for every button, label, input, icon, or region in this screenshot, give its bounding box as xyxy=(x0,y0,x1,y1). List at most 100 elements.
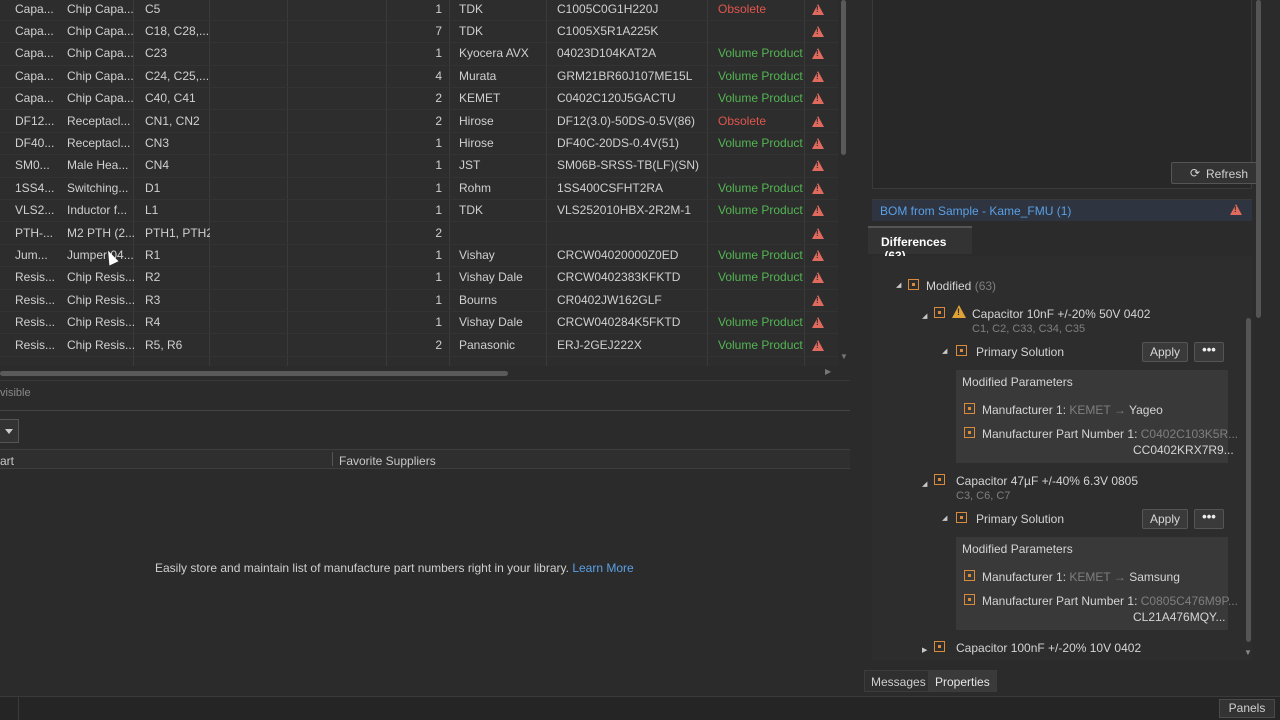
table-row[interactable]: Resis... Chip Resis... R3 1 Bourns CR0402JW16… xyxy=(0,290,838,313)
table-row[interactable]: Jum... Jumper 04... R1 1 Vishay CRCW04020000Z… xyxy=(0,245,838,268)
column-header-part[interactable]: art xyxy=(0,454,14,468)
cell-quantity: 2 xyxy=(435,337,442,352)
cell-warning[interactable] xyxy=(812,88,826,110)
cell-warning[interactable] xyxy=(812,66,826,88)
cell-quantity: 4 xyxy=(435,68,442,83)
table-row[interactable]: Capa... Chip Capa... C5 1 TDK C1005C0G1H220J O… xyxy=(0,0,838,21)
cell-description: VLS2... xyxy=(15,203,55,218)
tree-item-title[interactable]: Capacitor 47µF +/-40% 6.3V 0805 xyxy=(956,474,1138,488)
table-row[interactable]: 1SS4... Switching... D1 1 Rohm 1SS400CSFHT2RA… xyxy=(0,178,838,201)
table-row[interactable]: Resis... Chip Resis... R2 1 Vishay Dale CRCW0… xyxy=(0,267,838,290)
grid-vertical-scrollbar[interactable]: ▼ xyxy=(838,0,850,366)
collapse-triangle-icon[interactable]: ◢ xyxy=(896,281,901,289)
primary-solution-label[interactable]: Primary Solution xyxy=(976,512,1064,526)
cell-warning[interactable] xyxy=(812,0,826,21)
warning-triangle-icon xyxy=(812,205,824,217)
cell-warning[interactable] xyxy=(812,178,826,200)
cell-warning[interactable] xyxy=(812,245,826,267)
learn-more-link[interactable]: Learn More xyxy=(572,561,633,575)
cell-designator: CN1, CN2 xyxy=(145,113,200,128)
refresh-button[interactable]: ⟳ Refresh xyxy=(1171,162,1259,184)
cell-warning[interactable] xyxy=(812,267,826,289)
cell-warning[interactable] xyxy=(812,200,826,222)
cell-part-number: GRM21BR60J107ME15L xyxy=(557,68,693,83)
cell-warning[interactable] xyxy=(812,312,826,334)
cell-part-number: ERJ-2GEJ222X xyxy=(557,337,642,352)
collapse-triangle-icon[interactable]: ◢ xyxy=(942,347,947,355)
primary-solution-label[interactable]: Primary Solution xyxy=(976,345,1064,359)
differences-tree[interactable]: ◢ Modified (63) ◢ Capacitor 10nF +/-20% … xyxy=(872,256,1252,660)
parameter-square-icon xyxy=(956,345,967,356)
cell-warning[interactable] xyxy=(812,43,826,65)
cell-warning[interactable] xyxy=(812,111,826,133)
bom-grid[interactable]: Capa... Chip Capa... C5 1 TDK C1005C0G1H220J O… xyxy=(0,0,838,366)
collapse-triangle-icon[interactable]: ◢ xyxy=(942,514,947,522)
visible-label: visible xyxy=(0,387,31,399)
cell-part-number xyxy=(557,223,707,245)
table-row[interactable]: VLS2... Inductor f... L1 1 TDK VLS252010HBX-2… xyxy=(0,200,838,223)
scrollbar-thumb[interactable] xyxy=(0,371,508,376)
cell-designator: R3 xyxy=(145,292,161,307)
table-row[interactable]: Capa... Chip Capa... C24, C25,... 4 Murata GR… xyxy=(0,66,838,89)
tree-item-title[interactable]: Capacitor 10nF +/-20% 50V 0402 xyxy=(972,307,1150,321)
dropdown-button[interactable] xyxy=(0,419,19,443)
cell-name: Inductor f... xyxy=(67,203,128,218)
warning-triangle-icon xyxy=(812,25,824,37)
cell-warning[interactable] xyxy=(812,223,826,245)
collapse-triangle-icon[interactable]: ◢ xyxy=(922,312,927,320)
scroll-down-arrow-icon[interactable]: ▼ xyxy=(840,352,848,361)
tab-properties[interactable]: Properties xyxy=(928,670,997,692)
cell-lifecycle-status xyxy=(718,290,804,312)
table-row[interactable]: DF12... Receptacl... CN1, CN2 2 Hirose DF12(3… xyxy=(0,111,838,133)
bom-title[interactable]: BOM from Sample - Kame_FMU (1) xyxy=(880,204,1071,218)
apply-button[interactable]: Apply xyxy=(1142,342,1188,362)
panel-scrollbar-thumb[interactable] xyxy=(1256,0,1261,318)
scroll-down-arrow-icon[interactable]: ▼ xyxy=(1244,648,1252,657)
tab-differences[interactable]: Differences (63) xyxy=(868,226,972,263)
cell-manufacturer: Hirose xyxy=(459,113,494,128)
tree-item-title[interactable]: Capacitor 100nF +/-20% 10V 0402 xyxy=(956,641,1141,655)
scrollbar-thumb[interactable] xyxy=(841,0,846,155)
cell-manufacturer: Kyocera AVX xyxy=(459,46,529,61)
table-row[interactable]: SM0... Male Hea... CN4 1 JST SM06B-SRSS-TB(LF… xyxy=(0,155,838,178)
cell-warning[interactable] xyxy=(812,133,826,155)
warning-triangle-icon xyxy=(812,137,824,149)
empty-state-text: Easily store and maintain list of manufa… xyxy=(155,561,569,575)
column-header-favorite-suppliers[interactable]: Favorite Suppliers xyxy=(339,454,436,468)
more-options-button[interactable]: ••• xyxy=(1194,342,1224,362)
cell-quantity: 2 xyxy=(435,225,442,240)
scroll-right-arrow-icon[interactable]: ▶ xyxy=(825,367,831,376)
parameter-square-icon xyxy=(934,307,945,318)
tree-scrollbar-thumb[interactable] xyxy=(1246,318,1251,642)
cell-warning[interactable] xyxy=(812,21,826,43)
warning-triangle-icon xyxy=(812,93,824,105)
modified-count: (63) xyxy=(974,279,997,293)
grid-horizontal-scrollbar[interactable]: ▶ xyxy=(0,366,838,380)
panels-button[interactable]: Panels xyxy=(1219,699,1275,718)
cell-warning[interactable] xyxy=(812,155,826,177)
table-row[interactable]: Resis... Chip Resis... R5, R6 2 Panasonic ERJ… xyxy=(0,335,838,357)
table-row[interactable]: Capa... Chip Capa... C23 1 Kyocera AVX 04023D… xyxy=(0,43,838,66)
cell-lifecycle-status: Volume Product xyxy=(718,203,803,218)
tree-node-modified[interactable]: Modified (63) xyxy=(926,279,996,293)
visible-bar: visible xyxy=(0,380,850,406)
apply-button[interactable]: Apply xyxy=(1142,509,1188,529)
params-title: Modified Parameters xyxy=(962,375,1073,389)
cell-warning[interactable] xyxy=(812,290,826,312)
tab-messages[interactable]: Messages xyxy=(864,670,933,692)
table-row[interactable]: Capa... Chip Capa... C18, C28,... 7 TDK C1005… xyxy=(0,21,838,44)
collapse-triangle-icon[interactable]: ◢ xyxy=(922,480,927,488)
table-row[interactable]: PTH-... M2 PTH (2... PTH1, PTH2 2 xyxy=(0,223,838,245)
cell-part-number: CRCW0402383KFKTD xyxy=(557,270,681,285)
cell-designator: C5 xyxy=(145,1,161,16)
warning-triangle-icon xyxy=(812,160,824,172)
warning-triangle-icon xyxy=(812,272,824,284)
cell-manufacturer: TDK xyxy=(459,1,483,16)
cell-warning[interactable] xyxy=(812,335,826,357)
cell-quantity: 2 xyxy=(435,91,442,106)
more-options-button[interactable]: ••• xyxy=(1194,509,1224,529)
expand-triangle-icon[interactable]: ▶ xyxy=(922,646,927,654)
table-row[interactable]: DF40... Receptacl... CN3 1 Hirose DF40C-20DS-… xyxy=(0,133,838,156)
table-row[interactable]: Resis... Chip Resis... R4 1 Vishay Dale CRCW0… xyxy=(0,312,838,335)
table-row[interactable]: Capa... Chip Capa... C40, C41 2 KEMET C0402C1… xyxy=(0,88,838,111)
